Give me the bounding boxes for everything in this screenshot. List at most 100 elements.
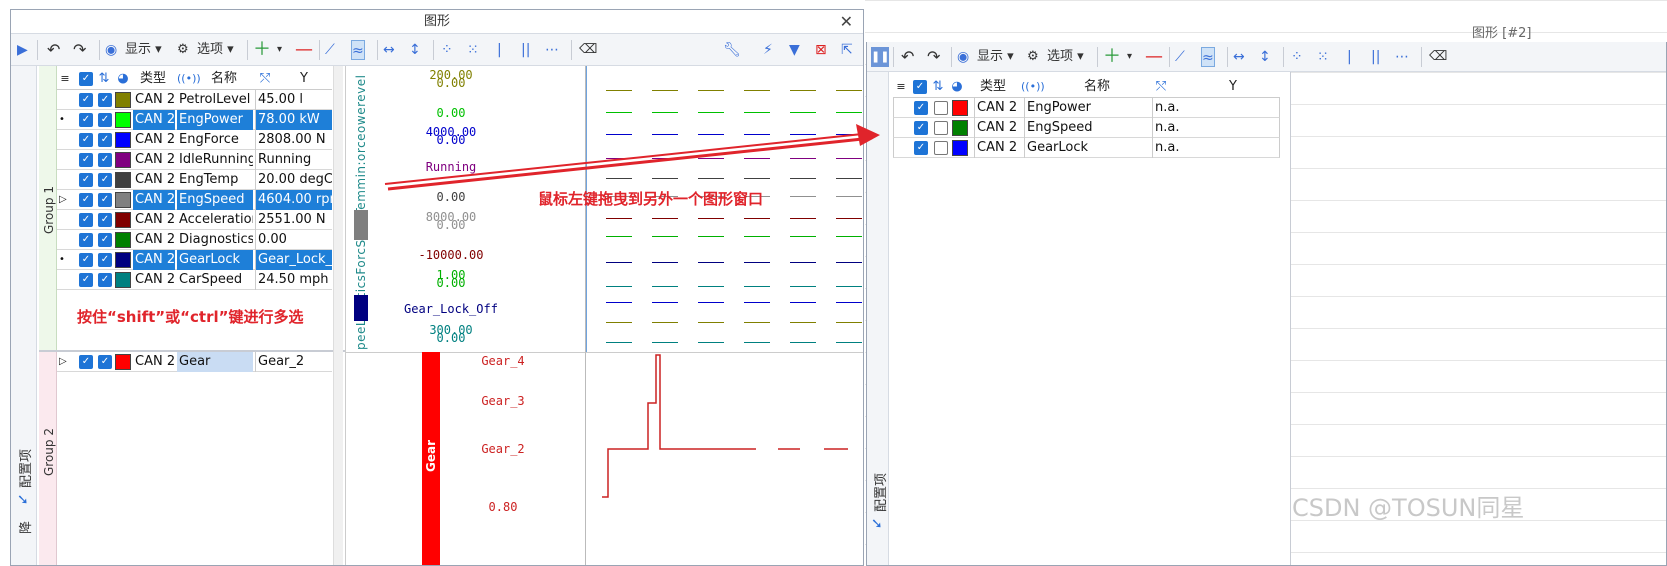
wave-chart-icon[interactable]: ≈ xyxy=(351,40,365,60)
table-scrollbar[interactable] xyxy=(333,66,343,565)
plot-area-group1[interactable] xyxy=(585,66,863,352)
row-check[interactable]: ✓ xyxy=(79,213,93,227)
row-check[interactable]: ✓ xyxy=(914,141,928,155)
row-visible-check[interactable]: ✓ xyxy=(98,193,112,207)
display-icon[interactable]: ◉ xyxy=(957,47,969,67)
export-icon[interactable]: ⇱ xyxy=(841,40,853,60)
cursor2-icon[interactable]: ⁙ xyxy=(1317,47,1329,67)
eraser-icon[interactable]: ⌫ xyxy=(579,40,597,60)
config-tab[interactable]: 配置项 xyxy=(15,449,34,488)
play-icon[interactable]: ▶ xyxy=(17,40,28,60)
row-visible-check[interactable] xyxy=(934,141,948,155)
bottom-tab[interactable]: 降 xyxy=(15,521,34,534)
table-row[interactable]: ▷ ✓ ✓ CAN 2EngSpeed4604.00 rpm xyxy=(57,190,332,210)
double-cursor-icon[interactable]: || xyxy=(1371,47,1380,67)
color-swatch[interactable] xyxy=(115,172,131,188)
row-visible-check[interactable]: ✓ xyxy=(98,153,112,167)
row-check[interactable]: ✓ xyxy=(79,355,93,369)
color-swatch[interactable] xyxy=(115,112,131,128)
options-menu[interactable]: 选项 ▾ xyxy=(197,40,234,60)
row-visible-check[interactable] xyxy=(934,121,948,135)
color-swatch[interactable] xyxy=(115,232,131,248)
wave-chart-icon[interactable]: ≈ xyxy=(1201,47,1215,67)
table-row[interactable]: ✓ CAN 2 EngPower n.a. xyxy=(893,98,1280,118)
sort-icon[interactable]: ⇅ xyxy=(931,76,945,98)
row-check[interactable]: ✓ xyxy=(914,101,928,115)
redo-icon[interactable]: ↷ xyxy=(73,40,86,60)
display-menu[interactable]: 显示 ▾ xyxy=(125,40,162,60)
row-visible-check[interactable]: ✓ xyxy=(98,213,112,227)
eraser-icon[interactable]: ⌫ xyxy=(1429,47,1447,67)
row-visible-check[interactable]: ✓ xyxy=(98,355,112,369)
table-row[interactable]: ✓ CAN 2 GearLock n.a. xyxy=(893,138,1280,158)
table-row[interactable]: ✓ ✓ CAN 2 EngTemp 20.00 degC xyxy=(57,170,332,190)
close-icon[interactable]: ✕ xyxy=(840,10,853,34)
color-swatch[interactable] xyxy=(115,92,131,108)
color-swatch[interactable] xyxy=(952,140,968,156)
header-name[interactable]: 名称 xyxy=(1069,76,1125,98)
table-row[interactable]: • ✓ ✓ CAN 2 EngPower 78.00 kW xyxy=(57,110,332,130)
palette-icon[interactable]: ◕ xyxy=(949,76,965,98)
row-visible-check[interactable]: ✓ xyxy=(98,93,112,107)
line-chart-icon[interactable]: ⟋ xyxy=(1175,47,1185,67)
color-swatch[interactable] xyxy=(115,132,131,148)
pause-icon[interactable]: ❚❚ xyxy=(871,47,889,67)
header-y[interactable]: Y xyxy=(279,68,329,90)
line-chart-icon[interactable]: ⟋ xyxy=(325,40,335,60)
row-check[interactable]: ✓ xyxy=(79,133,93,147)
row-visible-check[interactable] xyxy=(934,101,948,115)
table-row[interactable]: ✓ ✓ CAN 2 IdleRunning Running xyxy=(57,150,332,170)
menu-icon[interactable]: ≡ xyxy=(895,76,907,98)
color-swatch[interactable] xyxy=(952,100,968,116)
row-check[interactable]: ✓ xyxy=(79,153,93,167)
color-swatch[interactable] xyxy=(115,152,131,168)
row-check[interactable]: ✓ xyxy=(79,233,93,247)
row-visible-check[interactable]: ✓ xyxy=(98,273,112,287)
row-visible-check[interactable]: ✓ xyxy=(98,113,112,127)
cursor-line[interactable] xyxy=(586,66,587,352)
table-row[interactable]: ✓ ✓ CAN 2 Acceleration 2551.00 N xyxy=(57,210,332,230)
table-row[interactable]: ✓ ✓ CAN 2 CarSpeed 24.50 mph xyxy=(57,270,332,290)
row-check[interactable]: ✓ xyxy=(79,93,93,107)
table-row[interactable]: ✓ ✓ CAN 2 Diagnostics 0.00 xyxy=(57,230,332,250)
wrench-icon[interactable]: 🔧︎ xyxy=(723,40,741,60)
remove-icon[interactable]: — xyxy=(1145,47,1163,67)
display-menu[interactable]: 显示 ▾ xyxy=(977,47,1014,67)
header-y[interactable]: Y xyxy=(1193,76,1273,98)
redo-icon[interactable]: ↷ xyxy=(927,47,940,67)
lightning-icon[interactable]: ⚡︎ xyxy=(763,40,773,60)
fit-vertical-icon[interactable]: ↕ xyxy=(409,40,421,60)
color-swatch[interactable] xyxy=(115,192,131,208)
row-check[interactable]: ✓ xyxy=(79,193,93,207)
clear-window-icon[interactable]: ⊠ xyxy=(815,40,827,60)
color-swatch[interactable] xyxy=(115,212,131,228)
cursor-icon[interactable]: ⁘ xyxy=(441,40,453,60)
gear-icon[interactable]: ⚙ xyxy=(1027,47,1039,67)
add-icon[interactable]: ＋ xyxy=(253,40,271,60)
header-name[interactable]: 名称 xyxy=(199,68,249,90)
table-row[interactable]: ✓ CAN 2 EngSpeed n.a. xyxy=(893,118,1280,138)
pin-icon[interactable]: ➘ xyxy=(871,516,883,532)
fit-vertical-icon[interactable]: ↕ xyxy=(1259,47,1271,67)
check-all[interactable]: ✓ xyxy=(79,72,93,86)
color-swatch[interactable] xyxy=(115,252,131,268)
table-row[interactable]: ✓ ✓ CAN 2 EngForce 2808.00 N xyxy=(57,130,332,150)
more-icon[interactable]: ⋯ xyxy=(545,40,559,60)
row-check[interactable]: ✓ xyxy=(79,273,93,287)
row-check[interactable]: ✓ xyxy=(914,121,928,135)
table-row[interactable]: ✓ ✓ CAN 2 PetrolLevel 45.00 l xyxy=(57,90,332,110)
row-check[interactable]: ✓ xyxy=(79,113,93,127)
table-row[interactable]: ▷ ✓ ✓ CAN 2 Gear Gear_2 xyxy=(57,352,332,372)
fit-horizontal-icon[interactable]: ↔ xyxy=(383,40,395,60)
more-icon[interactable]: ⋯ xyxy=(1395,47,1409,67)
options-menu[interactable]: 选项 ▾ xyxy=(1047,47,1084,67)
check-all[interactable]: ✓ xyxy=(913,80,927,94)
palette-icon[interactable]: ◕ xyxy=(115,68,131,90)
filter-icon[interactable]: ▼ xyxy=(789,40,800,60)
table-row[interactable]: • ✓ ✓ CAN 2GearLockGear_Lock_Off xyxy=(57,250,332,270)
cursor-icon[interactable]: ⁘ xyxy=(1291,47,1303,67)
header-type[interactable]: 类型 xyxy=(133,68,173,90)
row-check[interactable]: ✓ xyxy=(79,253,93,267)
cursor2-icon[interactable]: ⁙ xyxy=(467,40,479,60)
row-visible-check[interactable]: ✓ xyxy=(98,233,112,247)
